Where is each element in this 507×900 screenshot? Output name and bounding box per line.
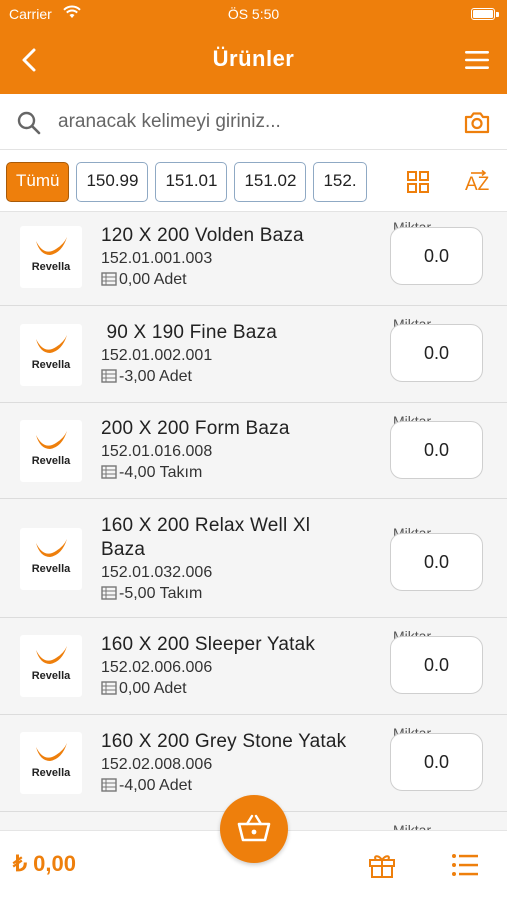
app-header: Carrier ÖS 5:50 Ürünler xyxy=(0,0,507,94)
brand-logo: Revella xyxy=(20,732,82,794)
brand-logo: Revella xyxy=(20,226,82,288)
brand-logo: Revella xyxy=(20,324,82,386)
quantity-input[interactable]: 0.0 xyxy=(390,227,483,285)
cart-button[interactable] xyxy=(220,795,288,863)
menu-icon[interactable] xyxy=(463,48,491,72)
product-name: 200 X 200 Form Baza xyxy=(101,418,290,439)
product-code: 152.02.006.006 xyxy=(101,659,213,676)
product-row[interactable]: Revella 160 X 200 Sleeper Yatak 152.02.0… xyxy=(0,618,507,715)
cart-total: ₺ 0,00 xyxy=(13,851,76,876)
product-row[interactable]: Revella 200 X 200 Form Baza 152.01.016.0… xyxy=(0,403,507,499)
stock-value: 0,00 Adet xyxy=(119,271,187,288)
brand-name: Revella xyxy=(31,261,71,273)
product-stock: 0,00 Adet xyxy=(101,269,376,290)
product-code: 152.01.001.003 xyxy=(101,250,213,267)
sort-label: AZ xyxy=(465,174,490,195)
product-name: 160 X 200 Relax Well Xl Baza xyxy=(101,515,311,560)
product-stock: -4,00 Takım xyxy=(101,462,376,483)
product-name: 90 X 190 Fine Baza xyxy=(101,322,277,343)
chip-150-99[interactable]: 150.99 xyxy=(76,162,149,202)
stock-value: -4,00 Adet xyxy=(119,777,192,794)
chip-all[interactable]: Tümü xyxy=(6,162,70,202)
product-code: 152.02.008.006 xyxy=(101,756,213,773)
product-row[interactable]: Revella 90 X 190 Fine Baza 152.01.002.00… xyxy=(0,306,507,403)
chip-152[interactable]: 152. xyxy=(313,162,367,202)
brand-name: Revella xyxy=(31,359,71,371)
quantity-input[interactable]: 0.0 xyxy=(390,421,483,479)
quantity-input[interactable]: 0.0 xyxy=(390,733,483,791)
brand-logo: Revella xyxy=(20,635,82,697)
search-bar xyxy=(0,94,507,150)
order-list-icon[interactable] xyxy=(451,852,479,878)
quantity-input[interactable]: 0.0 xyxy=(390,324,483,382)
warehouse-icon xyxy=(101,681,117,695)
camera-icon[interactable] xyxy=(463,108,491,136)
brand-logo: Revella xyxy=(20,420,82,482)
product-row[interactable]: Revella 120 X 200 Volden Baza 152.01.001… xyxy=(0,212,507,306)
search-input[interactable] xyxy=(58,106,438,138)
stock-value: -3,00 Adet xyxy=(119,368,192,385)
status-bar: Carrier ÖS 5:50 xyxy=(0,0,507,28)
clock: ÖS 5:50 xyxy=(227,6,280,22)
stock-value: -5,00 Takım xyxy=(119,585,203,602)
sort-az-icon[interactable]: AZ xyxy=(464,168,492,196)
product-list: Revella 120 X 200 Volden Baza 152.01.001… xyxy=(0,212,507,830)
product-code: 152.01.032.006 xyxy=(101,564,213,581)
quantity-input[interactable]: 0.0 xyxy=(390,533,483,591)
brand-name: Revella xyxy=(31,670,71,682)
product-code: 152.01.016.008 xyxy=(101,443,213,460)
product-stock: -5,00 Takım xyxy=(101,583,331,604)
battery-icon xyxy=(471,8,495,20)
basket-icon xyxy=(237,814,271,842)
product-name: 160 X 200 Sleeper Yatak xyxy=(101,634,316,655)
warehouse-icon xyxy=(101,778,117,792)
warehouse-icon xyxy=(101,369,117,383)
warehouse-icon xyxy=(101,465,117,479)
product-stock: -3,00 Adet xyxy=(101,366,376,387)
product-stock: -4,00 Adet xyxy=(101,775,376,796)
product-name: 120 X 200 Volden Baza xyxy=(101,225,304,246)
brand-name: Revella xyxy=(31,563,71,575)
chip-151-02[interactable]: 151.02 xyxy=(234,162,307,202)
campaign-gift-icon[interactable] xyxy=(368,851,396,879)
product-name: 160 X 200 Grey Stone Yatak xyxy=(101,731,347,752)
category-chips: Tümü 150.99 151.01 151.02 152. xyxy=(6,162,370,202)
product-row[interactable]: Revella 160 X 200 Relax Well Xl Baza 152… xyxy=(0,499,507,618)
quantity-label: Miktar xyxy=(393,822,432,830)
grid-view-icon[interactable] xyxy=(406,170,430,194)
chip-151-01[interactable]: 151.01 xyxy=(155,162,228,202)
brand-name: Revella xyxy=(31,767,71,779)
quantity-input[interactable]: 0.0 xyxy=(390,636,483,694)
search-icon xyxy=(17,111,41,135)
warehouse-icon xyxy=(101,586,117,600)
filter-bar: Tümü 150.99 151.01 151.02 152. xyxy=(0,150,507,212)
battery-tip xyxy=(496,12,499,17)
brand-logo: Revella xyxy=(20,528,82,590)
product-code: 152.01.002.001 xyxy=(101,347,213,364)
stock-value: -4,00 Takım xyxy=(119,464,203,481)
brand-name: Revella xyxy=(31,455,71,467)
stock-value: 0,00 Adet xyxy=(119,680,187,697)
product-stock: 0,00 Adet xyxy=(101,678,376,699)
page-title: Ürünler xyxy=(212,46,295,71)
warehouse-icon xyxy=(101,272,117,286)
